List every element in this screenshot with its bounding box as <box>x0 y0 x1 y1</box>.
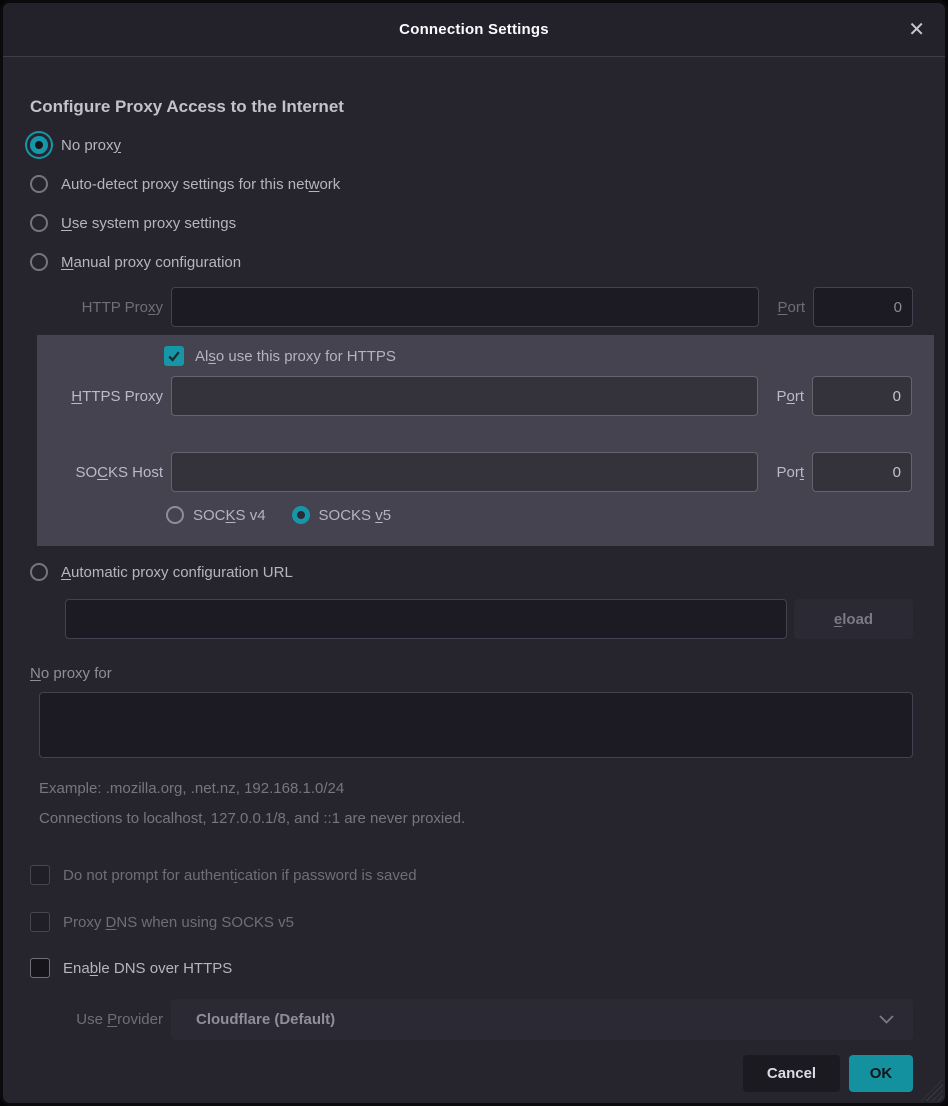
dialog-titlebar: Connection Settings ✕ <box>3 3 945 57</box>
enable-doh-row[interactable]: Enable DNS over HTTPS <box>30 957 913 979</box>
enable-doh-checkbox[interactable] <box>30 958 50 978</box>
no-proxy-for-textarea[interactable] <box>39 692 913 758</box>
radio-row-auto-url[interactable]: Automatic proxy configuration URL <box>30 560 913 584</box>
no-proxy-radio[interactable] <box>30 136 48 154</box>
auto-url-input[interactable] <box>65 599 787 639</box>
radio-row-system-proxy[interactable]: Use system proxy settings <box>30 211 913 235</box>
auto-detect-radio[interactable] <box>30 175 48 193</box>
connection-settings-dialog: Connection Settings ✕ Configure Proxy Ac… <box>0 0 948 1106</box>
socks-port-label: Port <box>766 464 804 481</box>
socks-v5-option[interactable]: SOCKS v5 <box>292 506 392 524</box>
provider-selected-value: Cloudflare (Default) <box>196 1011 878 1028</box>
system-proxy-label: Use system proxy settings <box>61 215 236 232</box>
http-proxy-label: HTTP Proxy <box>38 299 163 316</box>
socks-version-row: SOCKS v4 SOCKS v5 <box>166 504 912 526</box>
dialog-button-row: Cancel OK <box>30 1055 913 1092</box>
enable-doh-label: Enable DNS over HTTPS <box>63 960 232 977</box>
localhost-note-text: Connections to localhost, 127.0.0.1/8, a… <box>39 810 913 827</box>
no-proxy-label: No proxy <box>61 137 121 154</box>
also-https-checkbox[interactable] <box>164 346 184 366</box>
https-port-input[interactable] <box>812 376 912 416</box>
socks-v5-label: SOCKS v5 <box>319 507 392 524</box>
no-prompt-auth-label: Do not prompt for authentication if pass… <box>63 867 417 884</box>
auto-url-radio[interactable] <box>30 563 48 581</box>
cancel-button[interactable]: Cancel <box>743 1055 840 1092</box>
provider-dropdown[interactable]: Cloudflare (Default) <box>171 999 913 1040</box>
socks-host-row: SOCKS Host Port <box>38 452 912 492</box>
page-title: Configure Proxy Access to the Internet <box>30 97 913 117</box>
dialog-content: Configure Proxy Access to the Internet N… <box>3 57 945 1103</box>
socks-v5-radio[interactable] <box>292 506 310 524</box>
proxy-dns-label: Proxy DNS when using SOCKS v5 <box>63 914 294 931</box>
socks-host-label: SOCKS Host <box>38 464 163 481</box>
https-proxy-label: HTTPS Proxy <box>38 388 163 405</box>
radio-row-auto-detect[interactable]: Auto-detect proxy settings for this netw… <box>30 172 913 196</box>
http-port-input[interactable] <box>813 287 913 327</box>
use-provider-label: Use Provider <box>38 1011 163 1028</box>
http-port-label: Port <box>767 299 805 316</box>
auto-url-label: Automatic proxy configuration URL <box>61 564 293 581</box>
manual-proxy-label: Manual proxy configuration <box>61 254 241 271</box>
radio-row-manual-proxy[interactable]: Manual proxy configuration <box>30 250 913 274</box>
also-https-row[interactable]: Also use this proxy for HTTPS <box>164 345 912 367</box>
no-prompt-auth-row[interactable]: Do not prompt for authentication if pass… <box>30 864 913 886</box>
reload-button[interactable]: eload <box>794 599 913 639</box>
close-icon[interactable]: ✕ <box>908 20 925 40</box>
also-https-label: Also use this proxy for HTTPS <box>195 348 396 365</box>
socks-port-input[interactable] <box>812 452 912 492</box>
socks-v4-radio[interactable] <box>166 506 184 524</box>
https-proxy-row: HTTPS Proxy Port <box>38 376 912 416</box>
dialog-title: Connection Settings <box>399 21 549 38</box>
http-proxy-row: HTTP Proxy Port <box>30 287 913 327</box>
auto-url-row: eload <box>65 599 913 639</box>
auto-detect-label: Auto-detect proxy settings for this netw… <box>61 176 340 193</box>
chevron-down-icon <box>878 1014 895 1025</box>
proxy-dns-checkbox[interactable] <box>30 912 50 932</box>
socks-host-input[interactable] <box>171 452 758 492</box>
system-proxy-radio[interactable] <box>30 214 48 232</box>
https-proxy-input[interactable] <box>171 376 758 416</box>
doh-provider-row: Use Provider Cloudflare (Default) <box>30 999 913 1040</box>
ok-button[interactable]: OK <box>849 1055 913 1092</box>
socks-v4-option[interactable]: SOCKS v4 <box>166 506 266 524</box>
https-port-label: Port <box>766 388 804 405</box>
socks-v4-label: SOCKS v4 <box>193 507 266 524</box>
manual-proxy-radio[interactable] <box>30 253 48 271</box>
no-proxy-example-text: Example: .mozilla.org, .net.nz, 192.168.… <box>39 780 913 797</box>
checkmark-icon <box>167 349 181 363</box>
highlighted-region: Also use this proxy for HTTPS HTTPS Prox… <box>37 335 934 546</box>
proxy-dns-row[interactable]: Proxy DNS when using SOCKS v5 <box>30 911 913 933</box>
no-prompt-auth-checkbox[interactable] <box>30 865 50 885</box>
http-proxy-input[interactable] <box>171 287 759 327</box>
no-proxy-for-label: No proxy for <box>30 665 913 682</box>
radio-row-no-proxy[interactable]: No proxy <box>30 133 913 157</box>
